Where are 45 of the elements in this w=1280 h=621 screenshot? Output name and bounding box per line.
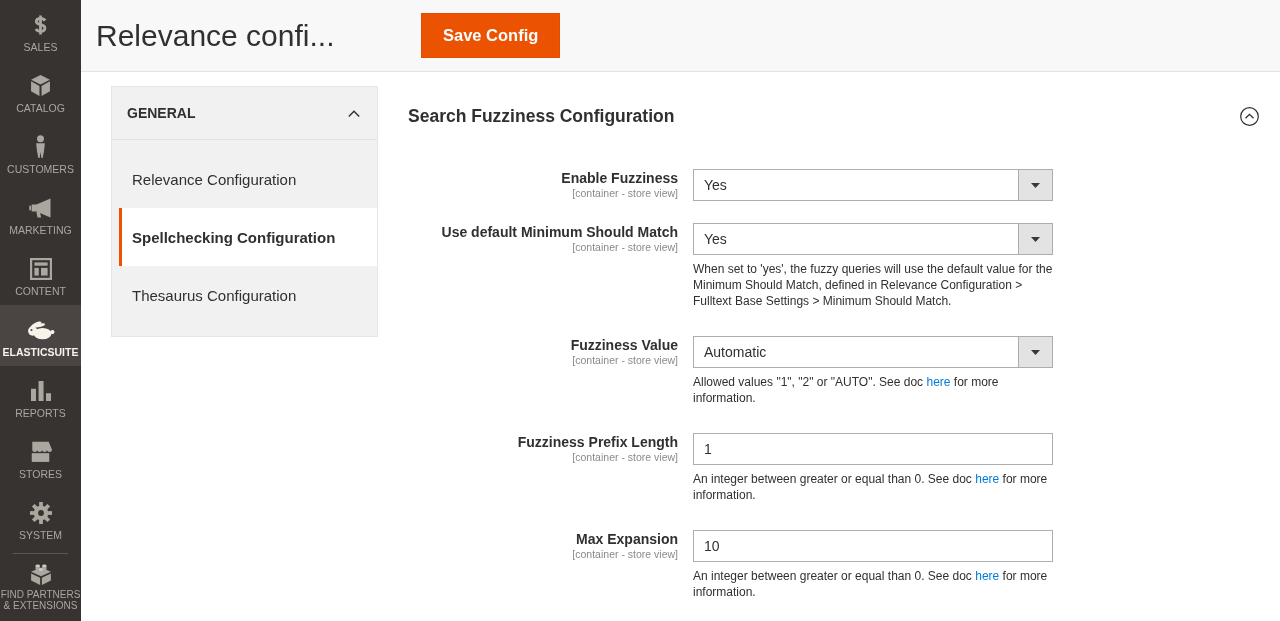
field-label: Use default Minimum Should Match [441, 224, 678, 241]
field-label: Max Expansion [576, 531, 678, 548]
scope-label: [container - store view] [572, 187, 678, 199]
field-comment: Allowed values "1", "2" or "AUTO". See doc here for more information. [693, 374, 1000, 406]
nav-item[interactable]: Relevance Configuration [119, 150, 377, 208]
scope-label: [container - store view] [572, 548, 678, 560]
storefront-icon [29, 441, 52, 462]
box-icon [31, 75, 50, 96]
field-label: Fuzziness Prefix Length [517, 434, 678, 451]
field-comment: An integer between greater or equal than 0. See doc here for more information. [693, 471, 1049, 503]
input-field[interactable]: 10 [693, 530, 1053, 562]
section-title: Search Fuzziness Configuration [408, 105, 675, 127]
megaphone-icon [29, 197, 52, 218]
input-field[interactable]: 1 [693, 433, 1053, 465]
nav-group-title: GENERAL [127, 105, 196, 121]
caret-icon [1018, 224, 1052, 254]
nav-item[interactable]: Spellchecking Configuration [119, 208, 377, 266]
select-field[interactable]: Yes [693, 223, 1053, 255]
rabbit-icon [26, 319, 55, 340]
select-field[interactable]: Automatic [693, 336, 1053, 368]
doc-link[interactable]: here [926, 375, 951, 389]
scope-label: [container - store view] [572, 241, 678, 253]
save-config-button[interactable]: Save Config [421, 12, 561, 58]
page-title: Relevance confi... [96, 18, 336, 53]
field-comment: An integer between greater or equal than 0. See doc here for more information. [693, 568, 1049, 600]
field-comment: When set to 'yes', the fuzzy queries will use the default value for the Minimum Should Match, defined in Relevance Configuration > Fulltext Base Settings > Minimum Should Match. [693, 261, 1053, 309]
field-label: Fuzziness Value [570, 337, 678, 354]
scope-label: [container - store view] [572, 451, 678, 463]
brick-icon [29, 562, 52, 585]
caret-icon [1018, 337, 1052, 367]
scope-label: [container - store view] [572, 354, 678, 366]
person-icon [35, 135, 46, 158]
menu-item[interactable]: ELASTICSUITE [0, 305, 81, 366]
field-label: Enable Fuzziness [561, 170, 678, 187]
dollar-icon [34, 13, 47, 36]
bar-chart-icon [30, 380, 51, 401]
doc-link[interactable]: here [975, 472, 1000, 486]
layout-icon [29, 257, 52, 280]
caret-icon [1018, 170, 1052, 200]
collapse-icon[interactable] [1240, 106, 1259, 126]
doc-link[interactable]: here [975, 569, 1000, 583]
nav-item[interactable]: Thesaurus Configuration [119, 266, 377, 324]
select-field[interactable]: Yes [693, 169, 1053, 201]
gear-icon [29, 501, 52, 524]
nav-group-header[interactable]: GENERAL [112, 87, 377, 140]
